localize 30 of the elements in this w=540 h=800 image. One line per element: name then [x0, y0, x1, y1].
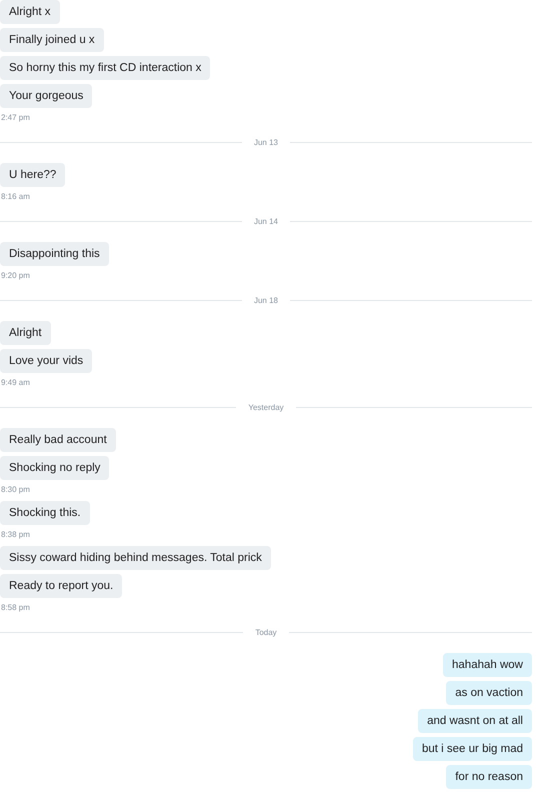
message-bubble: Shocking this.	[0, 501, 90, 525]
message-time: 2:47 pm	[1, 113, 30, 123]
message-time: 8:38 pm	[1, 530, 30, 540]
message-bubble: Your gorgeous	[0, 84, 92, 108]
message-bubble: Shocking no reply	[0, 456, 110, 480]
message-bubble: Finally joined u x	[0, 28, 104, 52]
date-divider-label: Today	[255, 628, 277, 636]
date-divider-label: Jun 18	[254, 296, 278, 304]
message-time: 9:20 pm	[1, 271, 30, 281]
message-bubble: and wasnt on at all	[418, 709, 532, 733]
message-bubble: Alright x	[0, 0, 60, 24]
message-bubble: So horny this my first CD interaction x	[0, 56, 210, 80]
message-time: 8:58 pm	[1, 603, 30, 613]
message-time: 8:30 pm	[1, 485, 30, 495]
message-bubble: for no reason	[446, 765, 532, 789]
date-divider-label: Jun 13	[254, 138, 278, 146]
message-bubble: Alright	[0, 321, 51, 345]
message-bubble: Love your vids	[0, 349, 92, 373]
message-bubble: but i see ur big mad	[412, 737, 532, 761]
message-bubble: as on vaction	[446, 681, 532, 705]
message-time: 9:49 am	[1, 378, 30, 388]
date-divider-label: Yesterday	[248, 402, 284, 412]
message-bubble: Disappointing this	[0, 242, 109, 266]
message-bubble: Ready to report you.	[0, 574, 122, 598]
message-bubble: U here??	[0, 163, 66, 187]
message-bubble: hahahah wow	[443, 653, 532, 677]
message-bubble: Sissy coward hiding behind messages. Total prick	[0, 546, 271, 570]
date-divider-label: Jun 14	[254, 216, 278, 226]
message-bubble: Really bad account	[0, 428, 116, 452]
message-time: 8:16 am	[1, 192, 30, 202]
